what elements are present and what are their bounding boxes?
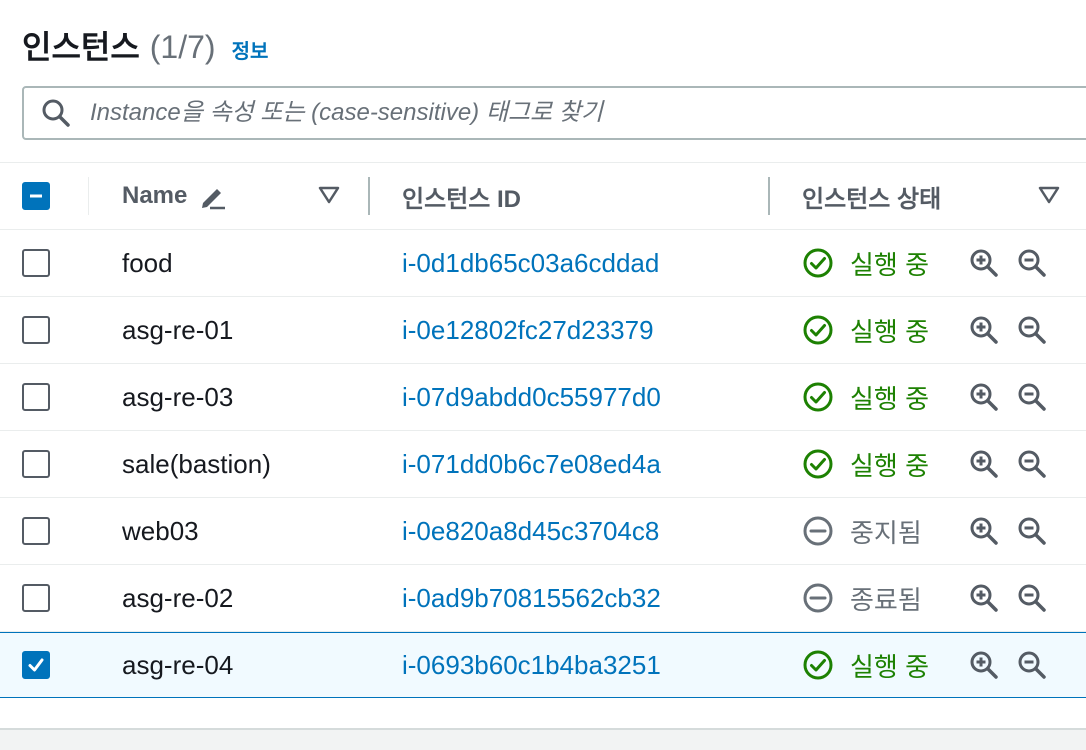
zoom-out-icon[interactable] <box>1016 448 1048 480</box>
zoom-out-icon[interactable] <box>1016 515 1048 547</box>
status-running-icon <box>802 649 842 681</box>
instance-name: asg-re-03 <box>122 381 234 412</box>
instance-state-label: 실행 중 <box>850 249 929 280</box>
instances-table: Name 인스턴스 ID 인스턴스 상태 food i-0d1db65c03a6… <box>0 162 1086 698</box>
column-header-instance-id[interactable]: 인스턴스 ID <box>402 163 521 229</box>
zoom-out-icon[interactable] <box>1016 381 1048 413</box>
instance-state: 실행 중 <box>802 297 929 363</box>
instance-name: sale(bastion) <box>122 448 271 479</box>
column-resize-handle[interactable] <box>768 177 770 215</box>
instance-state-label: 중지됨 <box>850 517 922 548</box>
search-input[interactable] <box>88 98 992 128</box>
instance-state: 실행 중 <box>802 431 929 497</box>
instance-name: web03 <box>122 515 199 546</box>
column-label-state: 인스턴스 상태 <box>802 185 942 213</box>
selection-count: (1/7) <box>149 29 216 65</box>
instance-state: 실행 중 <box>802 230 929 296</box>
zoom-in-icon[interactable] <box>968 649 1000 681</box>
row-checkbox[interactable] <box>22 584 50 612</box>
zoom-out-icon[interactable] <box>1016 582 1048 614</box>
instance-state: 중지됨 <box>802 498 922 564</box>
select-all-checkbox[interactable] <box>22 182 50 210</box>
status-stopped-icon <box>802 582 842 614</box>
instance-state-label: 실행 중 <box>850 450 929 481</box>
instance-name: asg-re-01 <box>122 314 234 345</box>
table-row[interactable]: asg-re-04 i-0693b60c1b4ba3251 실행 중 <box>0 632 1086 698</box>
instance-id-link[interactable]: i-0ad9b70815562cb32 <box>402 565 661 631</box>
zoom-in-icon[interactable] <box>968 582 1000 614</box>
table-row[interactable]: asg-re-02 i-0ad9b70815562cb32 종료됨 <box>0 565 1086 632</box>
row-checkbox[interactable] <box>22 450 50 478</box>
sort-caret-icon[interactable] <box>1038 185 1060 205</box>
instance-id-link[interactable]: i-07d9abdd0c55977d0 <box>402 364 661 430</box>
table-row[interactable]: sale(bastion) i-071dd0b6c7e08ed4a 실행 중 <box>0 431 1086 498</box>
column-header-name[interactable]: Name <box>122 163 227 229</box>
column-resize-handle[interactable] <box>368 177 370 215</box>
search-icon <box>40 97 72 129</box>
zoom-out-icon[interactable] <box>1016 314 1048 346</box>
instance-state-label: 실행 중 <box>850 651 929 682</box>
zoom-in-icon[interactable] <box>968 314 1000 346</box>
instance-id-link[interactable]: i-0693b60c1b4ba3251 <box>402 633 661 697</box>
status-running-icon <box>802 314 842 346</box>
status-stopped-icon <box>802 515 842 547</box>
instance-state-label: 실행 중 <box>850 383 929 414</box>
edit-pencil-icon[interactable] <box>197 181 227 211</box>
zoom-in-icon[interactable] <box>968 515 1000 547</box>
table-row[interactable]: web03 i-0e820a8d45c3704c8 중지됨 <box>0 498 1086 565</box>
column-header-state[interactable]: 인스턴스 상태 <box>802 163 941 229</box>
instance-state-label: 종료됨 <box>850 584 922 615</box>
table-body: food i-0d1db65c03a6cddad 실행 중 asg-re-01 i-0e… <box>0 230 1086 698</box>
zoom-in-icon[interactable] <box>968 448 1000 480</box>
row-checkbox[interactable] <box>22 316 50 344</box>
status-running-icon <box>802 381 842 413</box>
instance-id-link[interactable]: i-0e12802fc27d23379 <box>402 297 654 363</box>
status-running-icon <box>802 247 842 279</box>
table-row[interactable]: food i-0d1db65c03a6cddad 실행 중 <box>0 230 1086 297</box>
zoom-out-icon[interactable] <box>1016 649 1048 681</box>
instance-state: 실행 중 <box>802 364 929 430</box>
row-checkbox[interactable] <box>22 517 50 545</box>
instance-name: asg-re-04 <box>122 649 234 680</box>
zoom-in-icon[interactable] <box>968 247 1000 279</box>
panel-header: 인스턴스 (1/7) 정보 <box>22 22 268 70</box>
table-row[interactable]: asg-re-01 i-0e12802fc27d23379 실행 중 <box>0 297 1086 364</box>
instance-state: 종료됨 <box>802 565 922 631</box>
instance-id-link[interactable]: i-0d1db65c03a6cddad <box>402 230 659 296</box>
instance-name: asg-re-02 <box>122 582 234 613</box>
instance-state: 실행 중 <box>802 633 929 697</box>
search-bar[interactable] <box>22 86 1086 140</box>
instance-id-link[interactable]: i-0e820a8d45c3704c8 <box>402 498 659 564</box>
row-checkbox[interactable] <box>22 249 50 277</box>
column-label-instance-id: 인스턴스 ID <box>402 185 521 213</box>
instances-panel: 인스턴스 (1/7) 정보 Name <box>0 0 1086 730</box>
sort-caret-icon[interactable] <box>318 185 340 205</box>
status-running-icon <box>802 448 842 480</box>
panel-footer <box>0 728 1086 750</box>
zoom-out-icon[interactable] <box>1016 247 1048 279</box>
column-divider <box>88 177 89 215</box>
info-link[interactable]: 정보 <box>232 35 269 64</box>
row-checkbox[interactable] <box>22 383 50 411</box>
row-checkbox[interactable] <box>22 651 50 679</box>
table-header: Name 인스턴스 ID 인스턴스 상태 <box>0 162 1086 230</box>
column-label-name: Name <box>122 182 188 209</box>
page-title: 인스턴스 <box>22 29 140 65</box>
instance-state-label: 실행 중 <box>850 316 929 347</box>
instance-id-link[interactable]: i-071dd0b6c7e08ed4a <box>402 431 661 497</box>
zoom-in-icon[interactable] <box>968 381 1000 413</box>
instance-name: food <box>122 247 173 278</box>
table-row[interactable]: asg-re-03 i-07d9abdd0c55977d0 실행 중 <box>0 364 1086 431</box>
